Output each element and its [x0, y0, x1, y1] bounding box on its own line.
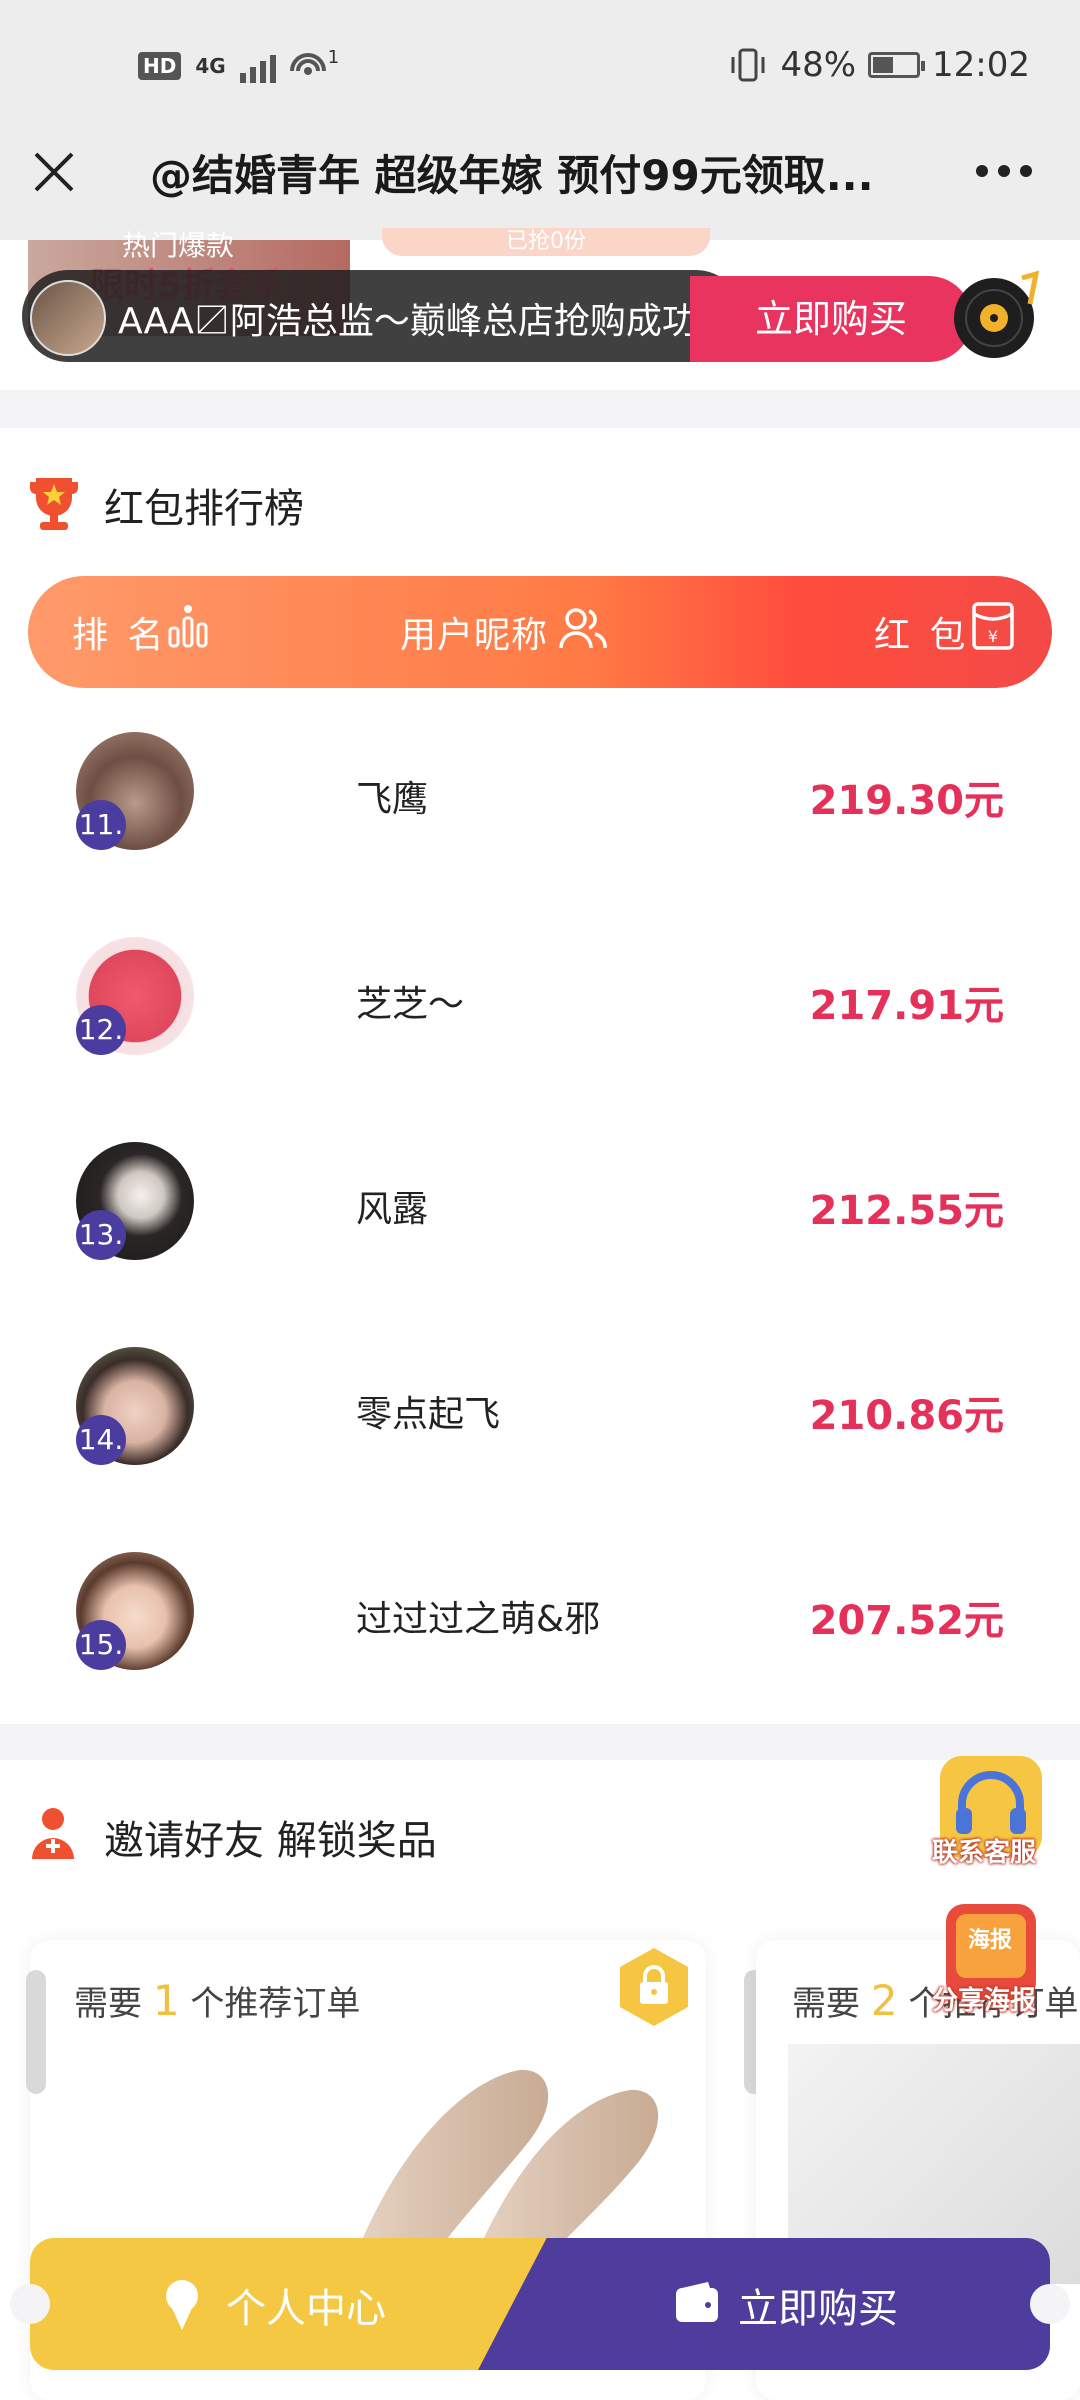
poster-badge-label: 海报: [968, 1928, 1013, 1953]
vibrate-icon: [731, 48, 765, 82]
bonus-amount: 210.86元: [809, 1393, 1004, 1439]
status-left: HD 4G 1: [138, 44, 339, 88]
svg-text:¥: ¥: [988, 627, 998, 646]
col-bonus-label: 红 包: [874, 615, 970, 656]
toast-avatar: [30, 280, 106, 356]
network-label: 4G: [195, 54, 226, 78]
user-nickname: 过过过之萌&邪: [356, 1599, 601, 1640]
col-user-label: 用户昵称: [400, 615, 549, 656]
share-poster-label: 分享海报: [932, 1986, 1037, 2016]
user-nickname: 芝芝～: [356, 984, 465, 1025]
invite-user-icon: [32, 1808, 74, 1859]
user-nickname: 零点起飞: [356, 1394, 501, 1435]
close-icon[interactable]: [30, 148, 78, 196]
wifi-icon: [289, 53, 326, 75]
bonus-amount: 217.91元: [809, 983, 1004, 1029]
wifi-count: 1: [327, 46, 340, 68]
rank-badge: 14.: [76, 1415, 126, 1465]
battery-percent: 48%: [780, 45, 857, 85]
prize-requirement-1: 需要 1 个推荐订单: [74, 1976, 360, 2025]
users-icon: [559, 608, 607, 649]
ranking-header: 排 名 用户昵称 红 包 ¥: [28, 576, 1052, 688]
personal-center-label: 个人中心: [226, 2286, 386, 2332]
lock-icon: [620, 1948, 688, 2026]
col-rank-label: 排 名: [72, 615, 168, 656]
scroll-indicator-left: [26, 1970, 46, 2094]
rank-badge: 12.: [76, 1005, 126, 1055]
need-prefix: 需要: [792, 1984, 860, 2024]
bottom-action-bar: 个人中心 立即购买: [10, 2238, 1070, 2370]
rank-badge: 13.: [76, 1210, 126, 1260]
invite-title: 邀请好友 解锁奖品: [104, 1818, 437, 1864]
need-number: 2: [870, 1976, 898, 2025]
notch-right: [1030, 2284, 1070, 2324]
more-icon[interactable]: [976, 165, 1032, 181]
hd-badge: HD: [138, 52, 182, 80]
buy-now-button-top[interactable]: 立即购买: [690, 276, 972, 362]
user-nickname: 风露: [356, 1189, 429, 1230]
need-suffix: 个推荐订单: [190, 1984, 361, 2024]
contact-service-label: 联系客服: [932, 1838, 1037, 1868]
ranking-row: 12. 芝芝～ 217.91元: [0, 905, 1080, 1110]
need-number: 1: [152, 1976, 180, 2025]
user-nickname: 飞鹰: [356, 779, 429, 820]
buy-now-label: 立即购买: [738, 2286, 898, 2332]
rank-badge: 11.: [76, 800, 126, 850]
page-title: @结婚青年 超级年嫁 预付99元领取...: [150, 151, 874, 200]
grabbed-count: 已抢0份: [382, 228, 710, 256]
music-record-icon[interactable]: [950, 270, 1042, 362]
ranking-row: 15. 过过过之萌&邪 207.52元: [0, 1520, 1080, 1725]
person-icon: [166, 2280, 198, 2330]
bonus-amount: 212.55元: [809, 1188, 1004, 1234]
toast-text: AAA〼阿浩总监～巅峰总店抢购成功: [118, 301, 698, 342]
trophy-icon: [30, 478, 78, 530]
status-right: 48% 12:02: [728, 40, 1030, 90]
notch-left: [10, 2284, 50, 2324]
clock: 12:02: [932, 45, 1030, 85]
bonus-amount: 207.52元: [809, 1598, 1004, 1644]
red-envelope-icon: ¥: [972, 602, 1014, 650]
signal-icon: [239, 49, 276, 83]
battery-icon: [868, 52, 926, 78]
bonus-amount: 219.30元: [809, 778, 1004, 824]
bar-chart-icon: [168, 605, 208, 648]
need-prefix: 需要: [74, 1984, 142, 2024]
ranking-row: 11. 飞鹰 219.30元: [0, 700, 1080, 905]
wallet-icon: [676, 2282, 718, 2322]
rank-badge: 15.: [76, 1620, 126, 1670]
ranking-row: 14. 零点起飞 210.86元: [0, 1315, 1080, 1520]
ranking-title: 红包排行榜: [104, 486, 304, 532]
ranking-row: 13. 风露 212.55元: [0, 1110, 1080, 1315]
